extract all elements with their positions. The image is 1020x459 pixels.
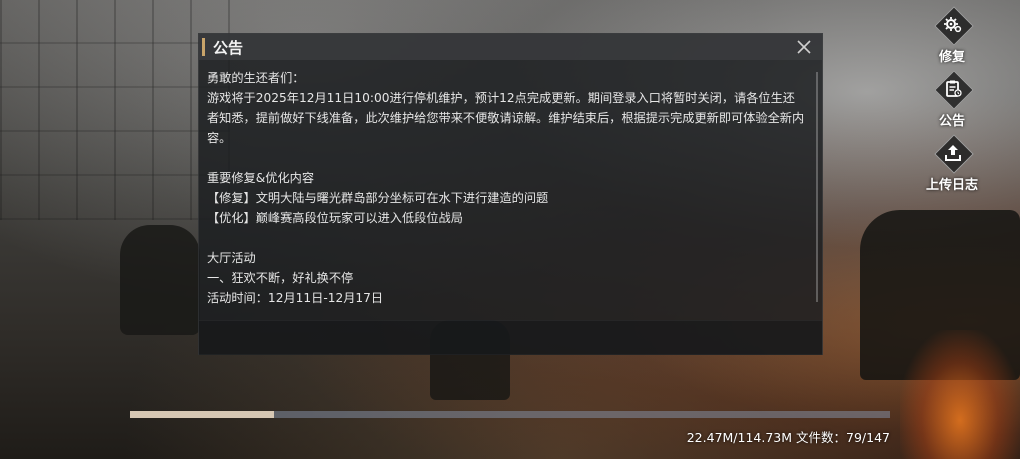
upload-log-button-label: 上传日志: [925, 178, 978, 193]
announcement-body[interactable]: 勇敢的生还者们： 游戏将于2025年12月11日10:00进行停机维护，预计12…: [207, 68, 807, 342]
game-launcher-screen: 公告 勇敢的生还者们： 游戏将于2025年12月11日10:00进行停机维护，预…: [0, 0, 1020, 459]
announcement-title: 公告: [213, 39, 244, 57]
close-button[interactable]: [794, 37, 814, 57]
announcement-panel: 公告 勇敢的生还者们： 游戏将于2025年12月11日10:00进行停机维护，预…: [198, 33, 823, 355]
notice-icon: [946, 80, 962, 97]
announcement-greeting: 勇敢的生还者们：: [207, 71, 305, 85]
upload-icon: [945, 145, 961, 161]
background-fire: [900, 330, 1020, 459]
event-time: 活动时间：12月11日-12月17日: [207, 291, 384, 305]
announcement-header: 公告: [199, 34, 822, 60]
close-icon: [797, 40, 811, 54]
section-heading-fixes: 重要修复&优化内容: [207, 171, 315, 185]
background-soldier-figure: [120, 225, 200, 335]
download-progress-fill: [130, 411, 274, 418]
gear-repair-icon: [944, 17, 962, 33]
notice-button-label: 公告: [938, 114, 965, 129]
download-status-text: 22.47M/114.73M 文件数：79/147: [686, 430, 890, 445]
notice-button[interactable]: 公告: [920, 70, 984, 130]
background-fence: [0, 0, 230, 220]
announcement-maintenance-text: 游戏将于2025年12月11日10:00进行停机维护，预计12点完成更新。期间登…: [207, 91, 805, 145]
upload-log-button[interactable]: 上传日志: [920, 134, 984, 194]
header-accent-bar: [202, 38, 205, 56]
repair-button[interactable]: 修复: [920, 6, 984, 66]
event-item: 一、狂欢不断，好礼换不停: [207, 271, 354, 285]
section-heading-events: 大厅活动: [207, 251, 256, 265]
repair-button-label: 修复: [938, 50, 965, 65]
announcement-footer: [199, 320, 822, 355]
fix-item: 【修复】文明大陆与曙光群岛部分坐标可在水下进行建造的问题: [207, 191, 549, 205]
download-progress-bar: [130, 411, 890, 418]
announcement-scrollbar[interactable]: [816, 72, 818, 302]
optimization-item: 【优化】巅峰赛高段位玩家可以进入低段位战局: [207, 211, 463, 225]
